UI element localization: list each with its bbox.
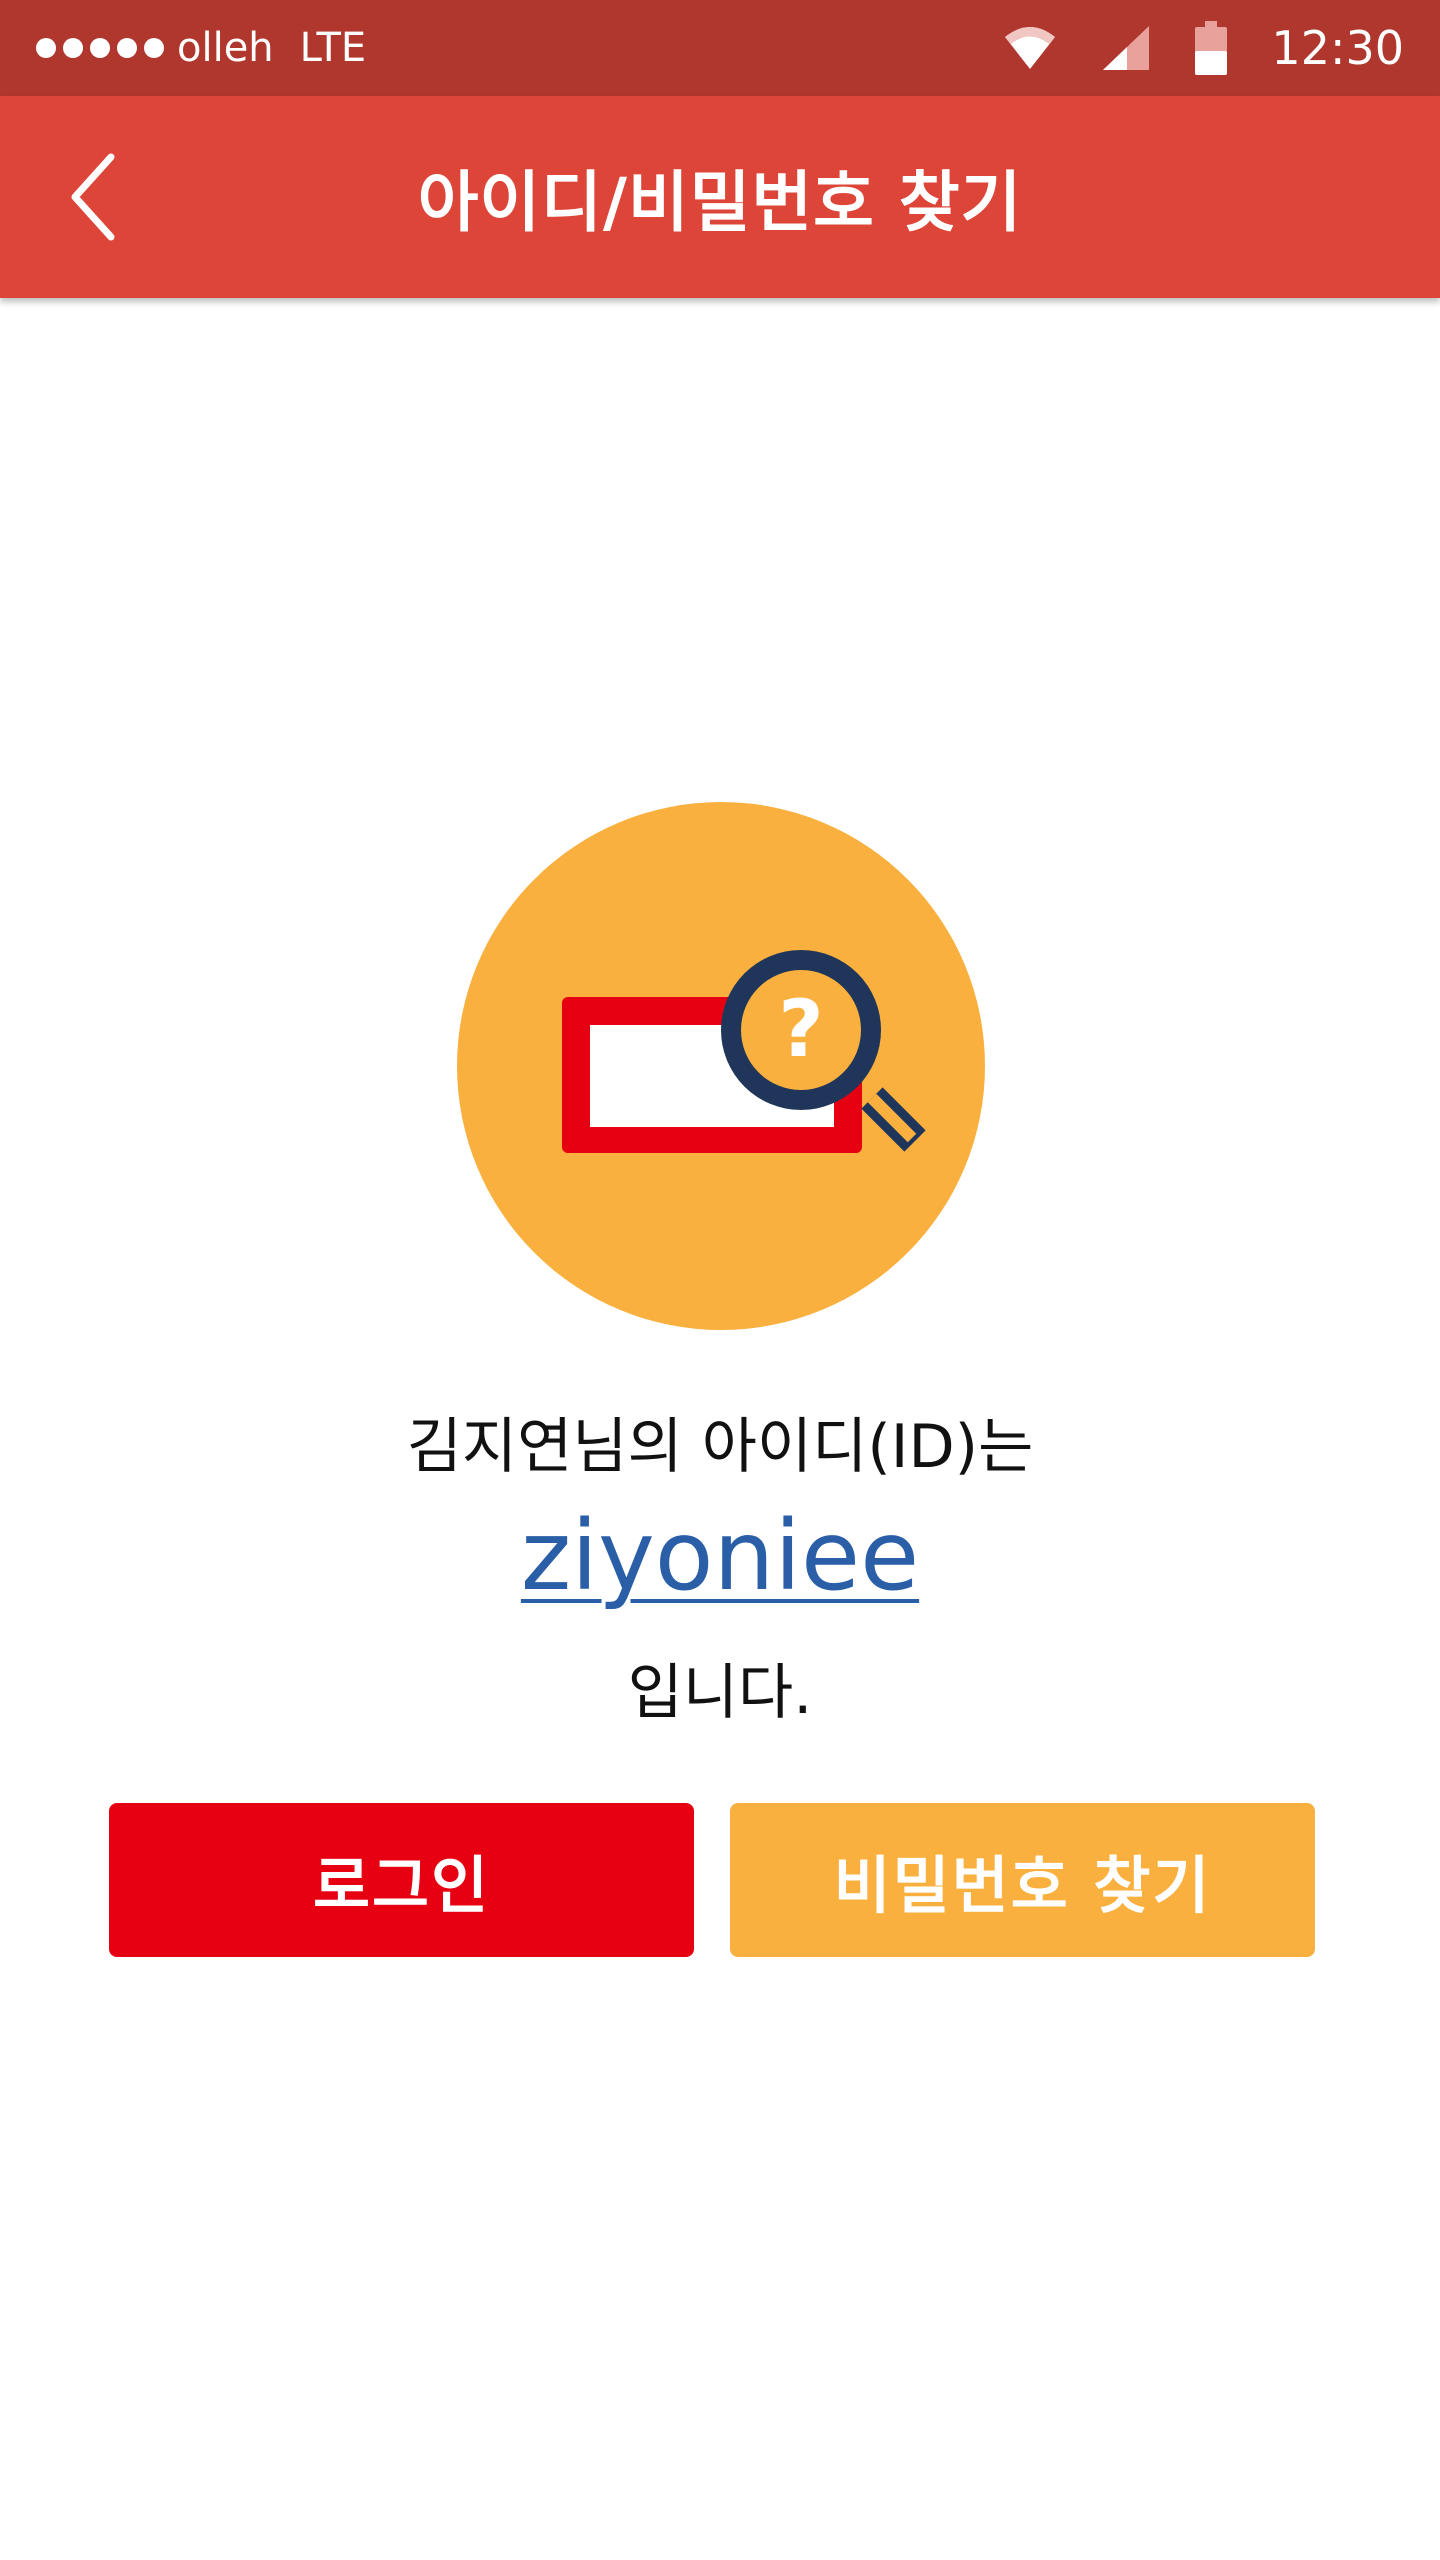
wifi-icon — [1005, 27, 1056, 69]
page: olleh LTE 12:30 아이디/비밀번호 찾기 ? 김지연님의 아이디(… — [0, 0, 1440, 2560]
battery-icon — [1195, 21, 1228, 75]
signal-dot — [36, 38, 56, 58]
status-icons: 12:30 — [959, 0, 1404, 96]
find-password-button[interactable]: 비밀번호 찾기 — [730, 1803, 1315, 1957]
question-mark: ? — [778, 985, 823, 1075]
carrier-info: olleh LTE — [36, 0, 366, 96]
signal-icon — [1103, 26, 1150, 70]
result-intro-text: 김지연님의 아이디(ID)는 — [406, 1412, 1034, 1482]
signal-dot — [63, 38, 83, 58]
signal-dot — [144, 38, 164, 58]
result-suffix-text: 입니다. — [627, 1658, 813, 1728]
found-user-id[interactable]: ziyoniee — [0, 1500, 1440, 1612]
login-button[interactable]: 로그인 — [109, 1803, 694, 1957]
carrier-name: olleh — [177, 25, 274, 71]
back-button[interactable] — [40, 142, 150, 252]
app-bar: 아이디/비밀번호 찾기 — [0, 96, 1440, 298]
signal-dot — [117, 38, 137, 58]
clock: 12:30 — [1271, 21, 1404, 75]
signal-dot — [90, 38, 110, 58]
search-id-icon: ? — [457, 802, 985, 1330]
signal-dots — [36, 38, 171, 58]
status-bar: olleh LTE 12:30 — [0, 0, 1440, 96]
chevron-left-icon — [71, 153, 115, 241]
page-title: 아이디/비밀번호 찾기 — [417, 164, 1023, 241]
network-type: LTE — [299, 25, 367, 71]
